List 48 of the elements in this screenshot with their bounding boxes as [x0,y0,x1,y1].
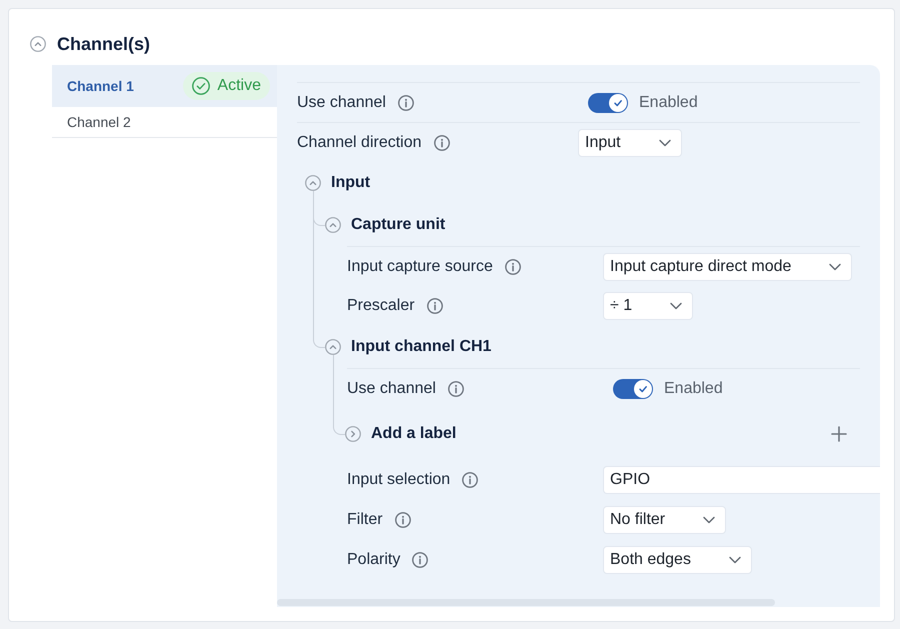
collapse-icon[interactable] [325,217,341,233]
info-icon[interactable] [462,472,478,488]
dropdown[interactable]: No filter [603,506,726,534]
collapse-icon[interactable] [30,36,46,52]
info-icon[interactable] [504,258,521,274]
input-field[interactable]: GPIO [603,466,880,494]
setting-label: Channel direction [297,134,422,152]
toggle-switch[interactable] [588,92,628,112]
toggle-state-label: Enabled [664,380,723,398]
chevron-down-icon [829,262,842,270]
check-icon [638,384,648,394]
collapse-icon[interactable] [325,339,341,355]
dropdown[interactable]: Both edges [603,546,752,574]
group-title: Add a label [371,425,456,443]
setting-label: Use channel [347,380,436,398]
setting-label: Input capture source [347,258,493,276]
chevron-down-icon [658,138,671,146]
dropdown[interactable]: ÷ 1 [603,292,694,320]
plus-icon[interactable] [831,426,847,442]
group-title: Capture unit [351,216,446,234]
badge-label: Active [217,77,261,95]
chevron-down-icon [728,556,741,564]
section-title: Channel(s) [57,34,150,54]
check-circle-icon [192,77,210,95]
setting-label: Input selection [347,471,450,489]
toggle-switch[interactable] [613,378,653,398]
setting-label: Use channel [297,94,386,112]
info-icon[interactable] [426,298,443,314]
chevron-down-icon [703,516,716,524]
group-title: Input channel CH1 [351,338,492,356]
check-icon [613,98,623,108]
info-icon[interactable] [434,134,450,150]
info-icon[interactable] [398,94,414,110]
chevron-down-icon [670,302,682,310]
setting-label: Polarity [347,551,400,569]
info-icon[interactable] [394,512,411,528]
expand-icon[interactable] [345,426,361,442]
dropdown[interactable]: Input [578,128,682,156]
setting-label: Prescaler [347,297,415,315]
horizontal-scrollbar[interactable] [277,599,775,606]
channel-tab[interactable]: Channel 1 Active [52,65,277,107]
toggle-state-label: Enabled [639,94,698,112]
info-icon[interactable] [412,552,428,568]
info-icon[interactable] [448,380,464,396]
dropdown[interactable]: Input capture direct mode [603,252,852,280]
collapse-icon[interactable] [305,175,321,191]
setting-label: Filter [347,511,383,529]
group-title: Input [331,174,370,192]
